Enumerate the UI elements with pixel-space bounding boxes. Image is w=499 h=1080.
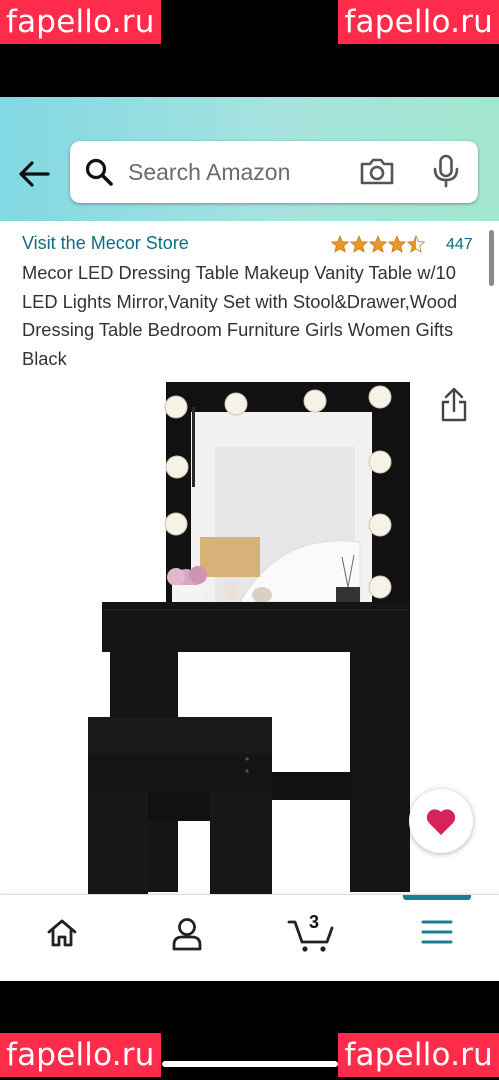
back-button[interactable] [16,159,52,189]
scrollbar[interactable] [489,230,494,286]
product-title: Mecor LED Dressing Table Makeup Vanity T… [22,262,458,369]
active-tab-indicator [403,895,471,900]
tab-menu[interactable] [421,917,453,952]
watermark: fapello.ru [0,1033,161,1077]
star-icon [388,235,406,253]
account-icon [172,918,202,951]
watermark: fapello.ru [0,0,161,44]
star-icon [350,235,368,253]
tab-home[interactable] [46,917,78,954]
star-icon [407,235,425,253]
review-count[interactable]: 447 [446,236,473,254]
star-rating[interactable] [331,234,427,254]
camera-icon[interactable] [358,155,396,187]
app-screen: Search Amazon Visit the Mecor Store 447 … [0,97,499,981]
back-arrow-icon [19,161,50,187]
star-icon [369,235,387,253]
search-icon [85,158,113,186]
star-icon [331,235,349,253]
menu-icon [421,920,453,944]
heart-icon [426,809,456,835]
bottom-navigation: 3 [0,894,499,981]
store-link[interactable]: Visit the Mecor Store [22,233,189,254]
tab-account[interactable] [171,917,203,956]
watermark: fapello.ru [338,0,499,44]
product-image[interactable] [80,377,420,897]
watermark: fapello.ru [338,1033,499,1077]
share-icon[interactable] [440,387,468,423]
search-bar[interactable]: Search Amazon [70,141,478,203]
add-to-list-button[interactable] [409,789,473,853]
search-input[interactable]: Search Amazon [128,159,290,186]
cart-count-badge: 3 [309,912,320,932]
home-indicator[interactable] [162,1061,338,1067]
search-header: Search Amazon [0,97,499,221]
microphone-icon[interactable] [432,154,460,188]
home-icon [47,919,77,947]
